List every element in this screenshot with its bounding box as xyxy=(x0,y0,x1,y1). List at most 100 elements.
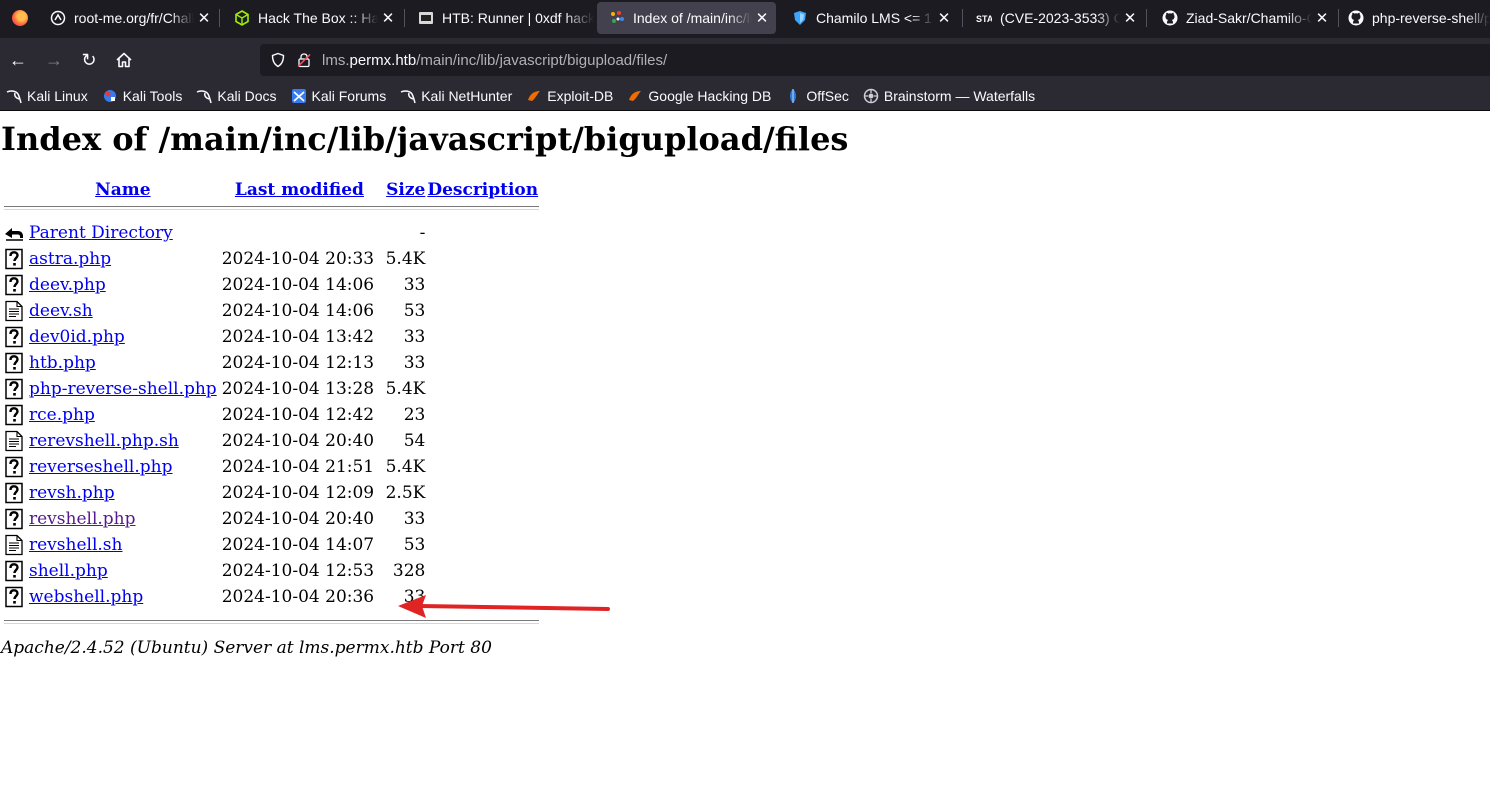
close-icon[interactable]: ✕ xyxy=(1120,9,1140,27)
file-link[interactable]: htb.php xyxy=(29,353,96,373)
tab-index-of-files[interactable]: Index of /main/inc/lib/javascript/bigupl… xyxy=(597,2,776,34)
row-description-cell xyxy=(426,324,539,350)
insecure-lock-icon[interactable] xyxy=(296,52,312,68)
header-description: Description xyxy=(426,178,539,206)
row-description-cell xyxy=(426,246,539,272)
separator-row xyxy=(1,206,540,220)
row-modified-cell: 2024-10-04 13:28 xyxy=(221,379,375,399)
row-icon-cell xyxy=(1,402,28,428)
row-icon-cell xyxy=(1,324,28,350)
file-link[interactable]: dev0id.php xyxy=(29,327,125,347)
bookmark-exploit-db[interactable]: Exploit-DB xyxy=(526,88,613,104)
bookmark-label: OffSec xyxy=(806,88,849,104)
tab-hackthebox[interactable]: Hack The Box :: Hack The Box ✕ xyxy=(222,0,402,36)
firefox-view-button[interactable] xyxy=(0,0,38,36)
tab-github-php-reverse-shell[interactable]: php-reverse-shell/php-reverse-shell.php xyxy=(1336,0,1490,36)
row-modified-cell xyxy=(218,220,374,246)
kali-dragon-icon xyxy=(400,88,416,104)
header-name: Name xyxy=(28,178,218,206)
row-size-cell: 5.4K xyxy=(385,379,426,399)
file-link[interactable]: deev.sh xyxy=(29,301,93,321)
sort-by-name-link[interactable]: Name xyxy=(95,180,150,200)
sort-by-size-link[interactable]: Size xyxy=(386,180,425,200)
row-description-cell xyxy=(426,220,539,246)
tab-title: Hack The Box :: Hack The Box xyxy=(258,10,378,26)
row-modified-cell: 2024-10-04 14:06 xyxy=(221,275,375,295)
table-row-htb-php: htb.php 2024-10-04 12:13 33 xyxy=(1,350,539,376)
file-link[interactable]: reverseshell.php xyxy=(29,457,173,477)
tab-bar: root-me.org/fr/Challenges ✕ Hack The Box… xyxy=(0,0,1490,38)
kali-tools-icon xyxy=(102,88,118,104)
row-name-cell: php-reverse-shell.php xyxy=(28,376,218,402)
tab-title: Ziad-Sakr/Chamilo-CVE xyxy=(1186,10,1312,26)
bookmark-offsec[interactable]: OffSec xyxy=(785,88,849,104)
tab-separator xyxy=(962,9,963,27)
tab-0xdf[interactable]: HTB: Runner | 0xdf hacks stuff xyxy=(406,0,594,36)
row-name-cell: revshell.sh xyxy=(28,532,218,558)
tab-github-chamilo[interactable]: Ziad-Sakr/Chamilo-CVE ✕ xyxy=(1150,0,1336,36)
unknown-file-icon xyxy=(5,560,23,582)
file-link[interactable]: revshell.php xyxy=(29,509,136,529)
row-size-cell: 23 xyxy=(403,405,426,425)
back-button[interactable]: ← xyxy=(4,46,32,74)
bookmark-kali-tools[interactable]: Kali Tools xyxy=(102,88,183,104)
file-link[interactable]: shell.php xyxy=(29,561,108,581)
tab-title: HTB: Runner | 0xdf hacks stuff xyxy=(442,10,594,26)
home-button[interactable] xyxy=(110,46,138,74)
sort-by-last-modified-link[interactable]: Last modified xyxy=(235,180,364,200)
tab-title: (CVE-2023-3533) Chamilo xyxy=(1000,10,1120,26)
file-link[interactable]: webshell.php xyxy=(29,587,143,607)
forward-button[interactable]: → xyxy=(40,46,68,74)
bookmark-kali-nethunter[interactable]: Kali NetHunter xyxy=(400,88,512,104)
horizontal-rule xyxy=(4,620,540,624)
row-name-cell: webshell.php xyxy=(28,584,218,610)
bookmark-label: Kali Tools xyxy=(122,88,183,104)
root-me-icon xyxy=(50,10,66,26)
parent-directory-link[interactable]: Parent Directory xyxy=(29,223,173,243)
bookmark-google-hacking-db[interactable]: Google Hacking DB xyxy=(627,88,771,104)
file-link[interactable]: deev.php xyxy=(29,275,106,295)
bookmark-brainstorm[interactable]: Brainstorm — Waterfalls xyxy=(863,88,1035,104)
file-link[interactable]: revsh.php xyxy=(29,483,115,503)
table-row-dev0id-php: dev0id.php 2024-10-04 13:42 33 xyxy=(1,324,539,350)
close-icon[interactable]: ✕ xyxy=(378,9,398,27)
row-icon-cell xyxy=(1,376,28,402)
tab-chamilo-cve[interactable]: Chamilo LMS <= 1.11.24 ✕ xyxy=(780,0,958,36)
close-icon[interactable]: ✕ xyxy=(752,9,772,27)
row-modified-cell: 2024-10-04 21:51 xyxy=(221,457,375,477)
close-icon[interactable]: ✕ xyxy=(1312,9,1332,27)
row-modified-cell: 2024-10-04 14:06 xyxy=(221,301,375,321)
row-modified-cell: 2024-10-04 20:36 xyxy=(221,587,375,607)
bookmark-kali-linux[interactable]: Kali Linux xyxy=(6,88,88,104)
row-name-cell: deev.php xyxy=(28,272,218,298)
table-row-rerevshell-php-sh: rerevshell.php.sh 2024-10-04 20:40 54 xyxy=(1,428,539,454)
bookmark-kali-docs[interactable]: Kali Docs xyxy=(196,88,277,104)
reload-button[interactable]: ↻ xyxy=(75,46,103,74)
file-link[interactable]: revshell.sh xyxy=(29,535,122,555)
tab-root-me[interactable]: root-me.org/fr/Challenges ✕ xyxy=(38,0,218,36)
bookmarks-toolbar: Kali Linux Kali Tools Kali Docs Kali For… xyxy=(0,82,1490,111)
url-bar[interactable]: lms.permx.htb/main/inc/lib/javascript/bi… xyxy=(260,44,1490,76)
url-path: /main/inc/lib/javascript/bigupload/files… xyxy=(416,51,668,69)
tracking-protection-icon[interactable] xyxy=(270,52,286,68)
bookmark-kali-forums[interactable]: Kali Forums xyxy=(291,88,386,104)
row-description-cell xyxy=(426,376,539,402)
file-link[interactable]: php-reverse-shell.php xyxy=(29,379,217,399)
row-name-cell: reverseshell.php xyxy=(28,454,218,480)
file-link[interactable]: astra.php xyxy=(29,249,111,269)
close-icon[interactable]: ✕ xyxy=(194,9,214,27)
sort-by-description-link[interactable]: Description xyxy=(427,180,538,200)
url-text[interactable]: lms.permx.htb/main/inc/lib/javascript/bi… xyxy=(322,52,667,69)
exploit-db-icon xyxy=(526,88,542,104)
red-arrow-icon xyxy=(398,595,610,618)
row-size-cell: 328 xyxy=(392,561,426,581)
table-row-revsh-php: revsh.php 2024-10-04 12:09 2.5K xyxy=(1,480,539,506)
close-icon[interactable]: ✕ xyxy=(934,9,954,27)
tab-star-labs[interactable]: STAR (CVE-2023-3533) Chamilo ✕ xyxy=(964,0,1144,36)
file-link[interactable]: rerevshell.php.sh xyxy=(29,431,179,451)
row-size-cell: 53 xyxy=(403,535,426,555)
file-link[interactable]: rce.php xyxy=(29,405,95,425)
star-labs-icon: STAR xyxy=(976,10,992,26)
unknown-file-icon xyxy=(5,456,23,478)
row-icon-cell xyxy=(1,246,28,272)
